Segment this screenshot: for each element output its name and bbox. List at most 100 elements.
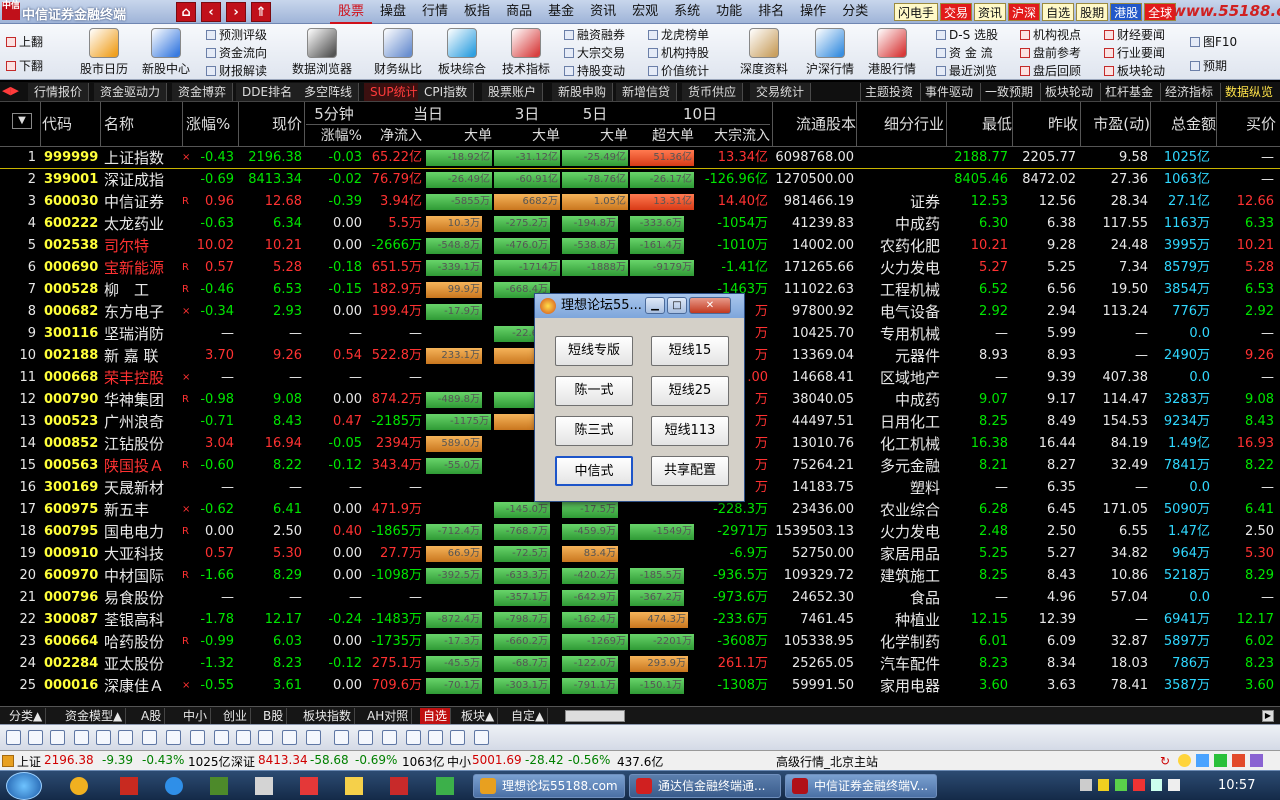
table-row[interactable]: 1 999999 上证指数 × -0.43 2196.38 -0.03 65.22亿 -18.9… xyxy=(0,147,1280,169)
toolbar-button-7[interactable]: 沪深行情 xyxy=(804,28,856,77)
restore-icon[interactable] xyxy=(428,730,443,745)
app3-icon[interactable] xyxy=(300,777,318,795)
toolbar-link-small_col5-2[interactable]: 盘后回顾 xyxy=(1020,63,1081,79)
tab-right-2[interactable]: 一致预期 xyxy=(980,83,1037,101)
column-header-4[interactable]: 涨幅% xyxy=(306,125,362,145)
toolbar-link-small_col2-1[interactable]: 大宗交易 xyxy=(564,45,625,61)
tab-3[interactable]: DDE排名 xyxy=(236,83,300,101)
dialog-button-6[interactable]: 中信式 xyxy=(555,456,633,486)
toolbar-link-small_col7-1[interactable]: 预期 xyxy=(1190,58,1227,74)
minimize-icon[interactable]: ▁ xyxy=(645,297,665,314)
alert-icon[interactable] xyxy=(1232,754,1245,767)
explorer-icon[interactable] xyxy=(70,777,88,795)
tab-0[interactable]: 行情报价 xyxy=(28,83,90,101)
tab-right-5[interactable]: 经济指标 xyxy=(1160,83,1217,101)
toolbar-link-small_col2-2[interactable]: 持股变动 xyxy=(564,63,625,79)
tray-volume-icon[interactable] xyxy=(1168,779,1181,791)
toolbar-button-6[interactable]: 深度资料 xyxy=(738,28,790,77)
toolbar-link-small_col4-0[interactable]: D-S 选股 xyxy=(936,27,998,43)
toolbar-link-small_col1-0[interactable]: 预测评级 xyxy=(206,27,267,43)
tab-5[interactable]: SUP统计 xyxy=(364,83,425,101)
tab-4[interactable]: 多空阵线 xyxy=(298,83,360,101)
quick-menu-0[interactable]: 闪电手 xyxy=(894,3,939,21)
tray-app-icon[interactable] xyxy=(1097,779,1110,791)
toolbar-button-4[interactable]: 板块综合 xyxy=(436,28,488,77)
horizontal-scrollbar[interactable] xyxy=(565,710,625,722)
table-row[interactable]: 23 600664 哈药股份 R -0.99 6.03 0.00 -1735万 -17.3万 -6… xyxy=(0,631,1280,653)
taskbar-item-citic[interactable]: 中信证券金融终端V... xyxy=(785,774,937,798)
column-header-12[interactable]: 细分行业 xyxy=(858,113,944,134)
column-header-0[interactable]: 代码 xyxy=(42,113,98,134)
list-icon[interactable] xyxy=(74,730,89,745)
folder-icon[interactable] xyxy=(345,777,363,795)
table-row[interactable]: 18 600795 国电电力 R 0.00 2.50 0.40 -1865万 -712.4万 -7… xyxy=(0,521,1280,543)
toolbar-button-2[interactable]: 数据浏览器 xyxy=(290,28,354,77)
toolbar-link-small_col4-2[interactable]: 最近浏览 xyxy=(936,63,997,79)
toolbar-link-small_col7-0[interactable]: 图F10 xyxy=(1190,34,1237,50)
dialog-button-5[interactable]: 短线113 xyxy=(651,416,729,446)
settings-icon[interactable] xyxy=(474,730,489,745)
table-row[interactable]: 19 000910 大亚科技 0.57 5.30 0.00 27.7万 66.9万 -72.5万… xyxy=(0,543,1280,565)
window-icon[interactable] xyxy=(358,730,373,745)
tab-right-6[interactable]: 数据纵览 xyxy=(1220,83,1277,101)
dialog-button-7[interactable]: 共享配置 xyxy=(651,456,729,486)
folder-open-icon[interactable] xyxy=(334,730,349,745)
column-menu-icon[interactable]: ▼ xyxy=(12,113,32,129)
media-icon[interactable] xyxy=(255,777,273,795)
grid-icon[interactable] xyxy=(166,730,181,745)
sheet-tab-9[interactable]: 板块▲ xyxy=(458,708,499,724)
menu-item-3[interactable]: 板指 xyxy=(456,0,498,24)
tray-network-icon[interactable] xyxy=(1150,779,1163,791)
column-header-16[interactable]: 总金额 xyxy=(1152,113,1216,134)
column-header-15[interactable]: 市盈(动) xyxy=(1082,113,1150,134)
quick-menu-5[interactable]: 股期 xyxy=(1076,3,1109,21)
dialog-button-0[interactable]: 短线专版 xyxy=(555,336,633,366)
sheet-tab-1[interactable]: 资金模型▲ xyxy=(62,708,127,724)
menu-item-9[interactable]: 功能 xyxy=(708,0,750,24)
tab-right-1[interactable]: 事件驱动 xyxy=(920,83,977,101)
nav-up-icon[interactable] xyxy=(6,730,21,745)
sheet-tab-0[interactable]: 分类▲ xyxy=(6,708,47,724)
column-header-13[interactable]: 最低 xyxy=(948,113,1012,134)
sheet-tab-3[interactable]: 中小 xyxy=(180,708,212,724)
column-header-10[interactable]: 大宗流入 xyxy=(696,125,770,145)
app5-icon[interactable] xyxy=(436,777,454,795)
column-header-5[interactable]: 净流入 xyxy=(364,125,422,145)
taskbar-item-forum[interactable]: 理想论坛55188.com xyxy=(473,774,625,798)
sheet-tab-6[interactable]: 板块指数 xyxy=(300,708,356,724)
info-icon[interactable] xyxy=(1196,754,1209,767)
sheet-tab-10[interactable]: 自定▲ xyxy=(508,708,549,724)
table-row[interactable]: 3 600030 中信证券 R 0.96 12.68 -0.39 3.94亿 -5855万 668… xyxy=(0,191,1280,213)
top-icon[interactable]: ⇑ xyxy=(251,2,271,22)
dialog-button-2[interactable]: 陈一式 xyxy=(555,376,633,406)
tab-right-3[interactable]: 板块轮动 xyxy=(1040,83,1097,101)
table-row[interactable]: 22 300087 荃银高科 -1.78 12.17 -0.24 -1483万 -872.4万… xyxy=(0,609,1280,631)
dialog-button-4[interactable]: 陈三式 xyxy=(555,416,633,446)
column-header-8[interactable]: 大单 xyxy=(562,125,628,145)
table-icon[interactable] xyxy=(96,730,111,745)
app2-icon[interactable] xyxy=(210,777,228,795)
tab-9[interactable]: 新增信贷 xyxy=(616,83,678,101)
menu-item-5[interactable]: 基金 xyxy=(540,0,582,24)
f6-icon[interactable] xyxy=(306,730,321,745)
f2-icon[interactable] xyxy=(214,730,229,745)
dialog-button-3[interactable]: 短线25 xyxy=(651,376,729,406)
quick-menu-2[interactable]: 资讯 xyxy=(974,3,1007,21)
print-icon[interactable] xyxy=(450,730,465,745)
column-header-2[interactable]: 涨幅% xyxy=(186,113,236,134)
back-icon[interactable]: ‹ xyxy=(201,2,221,22)
f5-icon[interactable] xyxy=(282,730,297,745)
sheet-tab-5[interactable]: B股 xyxy=(260,708,288,724)
maximize-icon[interactable]: □ xyxy=(667,297,687,314)
sheet-tab-7[interactable]: AH对照 xyxy=(364,708,413,724)
toolbar-link-small_col6-2[interactable]: 板块轮动 xyxy=(1104,63,1165,79)
column-header-9[interactable]: 超大单 xyxy=(630,125,694,145)
tab-right-4[interactable]: 杠杆基金 xyxy=(1100,83,1157,101)
tray-security-icon[interactable] xyxy=(1115,779,1128,791)
tab-7[interactable]: 股票账户 xyxy=(482,83,544,101)
page-down-button[interactable]: 下翻 xyxy=(6,58,43,74)
expand-icon[interactable] xyxy=(406,730,421,745)
column-header-6[interactable]: 大单 xyxy=(424,125,492,145)
f4-icon[interactable] xyxy=(258,730,273,745)
column-header-17[interactable]: 买价 xyxy=(1218,113,1276,134)
